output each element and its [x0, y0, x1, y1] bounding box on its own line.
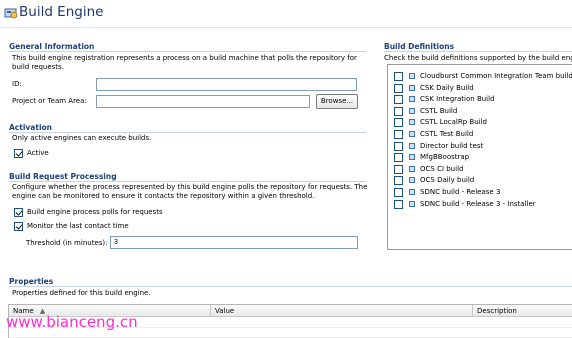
active-checkbox[interactable] — [14, 149, 23, 158]
build-definition-icon — [409, 131, 415, 137]
build-definition-checkbox[interactable] — [394, 199, 403, 209]
id-input[interactable] — [96, 78, 357, 91]
build-definition-label: MfgBBoostrap — [420, 153, 470, 162]
build-definition-checkbox[interactable] — [394, 164, 403, 174]
build-definition-item[interactable]: CSK Integration Build — [394, 94, 572, 105]
active-label: Active — [27, 149, 49, 157]
poll-checkbox[interactable] — [14, 208, 23, 217]
build-definitions-list[interactable]: Cloudburst Common Integration Team build… — [387, 64, 572, 250]
monitor-checkbox[interactable] — [14, 222, 23, 231]
build-definition-checkbox[interactable] — [394, 106, 403, 116]
activation-title: Activation — [9, 123, 53, 132]
poll-label: Build engine process polls for requests — [27, 208, 163, 216]
build-definitions-title: Build Definitions — [384, 42, 455, 51]
build-request-description-line2: engine can be monitored to ensure it con… — [12, 192, 315, 200]
section-divider — [384, 51, 572, 52]
build-request-title: Build Request Processing — [9, 172, 117, 181]
general-information-title: General Information — [9, 42, 95, 51]
build-definition-label: CSK Integration Build — [420, 95, 495, 104]
build-definition-label: CSTL LocalRp Build — [420, 118, 487, 127]
section-divider — [9, 181, 366, 182]
id-label: ID: — [12, 80, 22, 88]
monitor-label: Monitor the last contact time — [27, 222, 129, 230]
build-definition-icon — [409, 154, 415, 161]
project-input[interactable] — [96, 95, 310, 108]
threshold-label: Threshold (in minutes): — [26, 239, 108, 247]
build-definition-item[interactable]: CSK Daily Build — [394, 83, 572, 94]
build-definition-checkbox[interactable] — [394, 118, 403, 128]
build-definition-checkbox[interactable] — [394, 72, 403, 81]
general-description: This build engine registration represent… — [12, 54, 357, 71]
build-definition-icon — [409, 73, 415, 79]
build-definition-item[interactable]: OCS Daily build — [394, 175, 572, 186]
build-definition-item[interactable]: SDNC build - Release 3 — [394, 187, 572, 198]
section-divider — [9, 132, 366, 133]
build-definition-label: Cloudburst Common Integration Team build — [420, 72, 572, 80]
editor-header: Build Engine — [0, 0, 572, 28]
build-definition-checkbox[interactable] — [394, 141, 403, 151]
build-definition-icon — [409, 165, 415, 172]
build-definition-checkbox[interactable] — [394, 188, 403, 197]
build-definition-item[interactable]: CSTL Test Build — [394, 129, 572, 140]
threshold-input[interactable] — [110, 236, 358, 249]
build-definitions-description: Check the build definitions supported by… — [384, 54, 572, 62]
build-definition-label: OCS Daily build — [420, 176, 475, 185]
build-definition-icon — [409, 119, 415, 126]
build-definition-label: SDNC build - Release 3 - Installer — [420, 199, 536, 208]
build-definition-checkbox[interactable] — [394, 176, 403, 186]
build-definition-item[interactable]: OCS CI build — [394, 164, 572, 175]
build-definition-icon — [409, 96, 415, 103]
build-definition-item[interactable]: SDNC build - Release 3 - Installer — [394, 199, 572, 210]
watermark-text: www.bianceng.cn — [6, 313, 138, 331]
build-definition-icon — [409, 142, 415, 149]
build-definition-item[interactable]: Cloudburst Common Integration Team build — [394, 71, 572, 82]
properties-title: Properties — [9, 277, 54, 286]
properties-description: Properties defined for this build engine… — [12, 289, 151, 297]
build-definition-label: CSTL Test Build — [420, 130, 474, 138]
build-engine-icon — [4, 8, 18, 19]
build-definition-checkbox[interactable] — [394, 95, 403, 105]
build-definition-label: OCS CI build — [420, 164, 464, 173]
browse-button[interactable]: Browse... — [316, 94, 358, 109]
build-definition-item[interactable]: CSTL Build — [394, 106, 572, 117]
activation-description: Only active engines can execute builds. — [12, 134, 152, 142]
build-definition-checkbox[interactable] — [394, 83, 403, 93]
build-definition-item[interactable]: CSTL LocalRp Build — [394, 117, 572, 128]
build-definition-checkbox[interactable] — [394, 153, 403, 163]
build-definition-label: SDNC build - Release 3 — [420, 188, 501, 196]
build-definition-label: CSTL Build — [420, 106, 458, 115]
build-definition-icon — [409, 189, 415, 195]
section-divider — [9, 51, 366, 52]
build-definition-icon — [409, 107, 415, 114]
build-request-description-line1: Configure whether the process represente… — [12, 183, 368, 191]
build-definition-checkbox[interactable] — [394, 130, 403, 139]
build-definition-item[interactable]: MfgBBoostrap — [394, 152, 572, 163]
build-definition-label: CSK Daily Build — [420, 83, 474, 92]
column-header-value[interactable]: Value — [211, 305, 473, 317]
project-label: Project or Team Area: — [12, 97, 87, 105]
column-header-description[interactable]: Description — [473, 305, 572, 317]
build-definition-label: Director build test — [420, 141, 484, 150]
page-title: Build Engine — [19, 4, 104, 20]
build-definition-icon — [409, 177, 415, 184]
build-definition-icon — [409, 84, 415, 91]
section-divider — [9, 286, 572, 287]
build-definition-item[interactable]: Director build test — [394, 141, 572, 152]
build-definition-icon — [409, 200, 415, 207]
